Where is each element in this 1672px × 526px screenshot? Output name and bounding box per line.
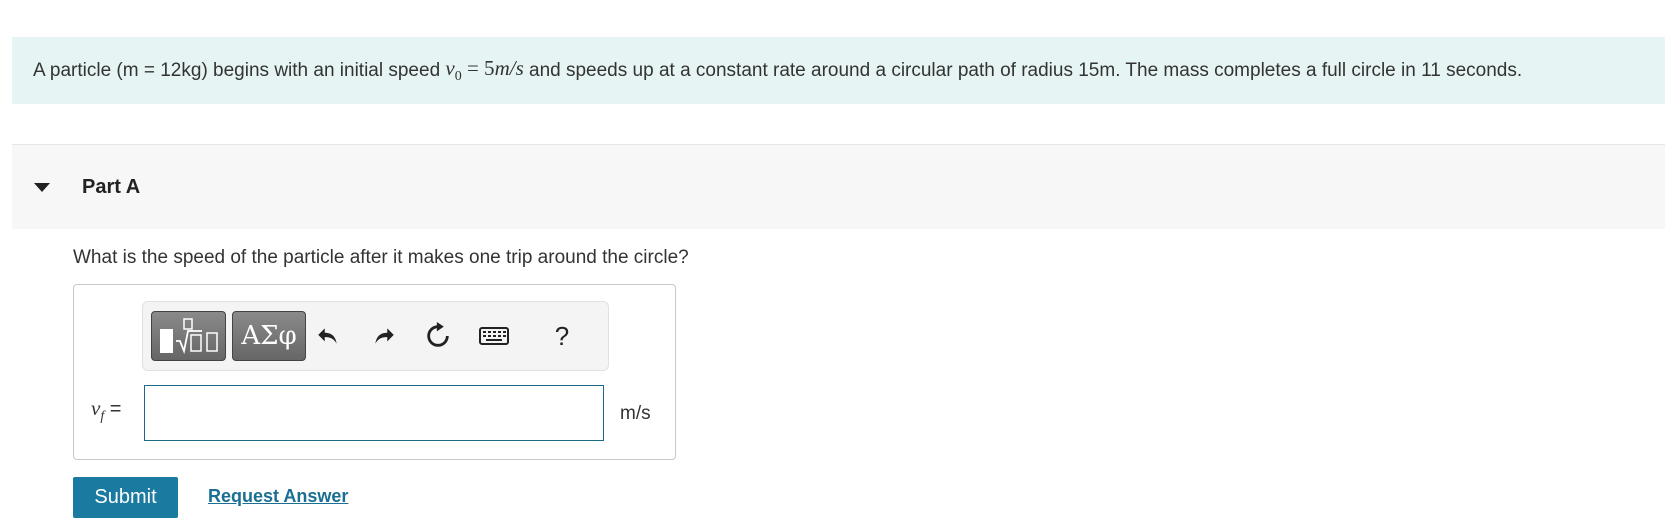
answer-unit: m/s (620, 403, 651, 424)
answer-input[interactable] (144, 385, 604, 441)
help-button[interactable]: ? (545, 319, 579, 353)
request-answer-link[interactable]: Request Answer (208, 486, 348, 507)
redo-icon[interactable] (367, 319, 401, 353)
templates-button[interactable] (151, 311, 226, 361)
part-title: Part A (82, 175, 141, 198)
answer-variable-label: vf = (91, 396, 122, 424)
collapse-caret-icon[interactable] (34, 182, 50, 192)
fraction-sqrt-template-icon (159, 318, 218, 355)
problem-statement: A particle (m = 12kg) begins with an ini… (12, 37, 1665, 104)
submit-button[interactable]: Submit (73, 477, 178, 518)
problem-text-before: A particle (m = 12kg) begins with an ini… (33, 59, 441, 81)
answer-box: ΑΣφ ? vf = m/s (73, 284, 676, 460)
math-toolbar: ΑΣφ ? (142, 301, 609, 371)
undo-icon[interactable] (311, 319, 345, 353)
problem-text-after: and speeds up at a constant rate around … (529, 59, 1523, 81)
reset-icon[interactable] (421, 319, 455, 353)
question-text: What is the speed of the particle after … (73, 247, 689, 268)
keyboard-icon[interactable] (477, 319, 511, 353)
initial-speed-formula: v0 = 5m/s (445, 55, 524, 85)
symbols-button[interactable]: ΑΣφ (232, 311, 306, 361)
part-a-header[interactable]: Part A (12, 144, 1665, 229)
